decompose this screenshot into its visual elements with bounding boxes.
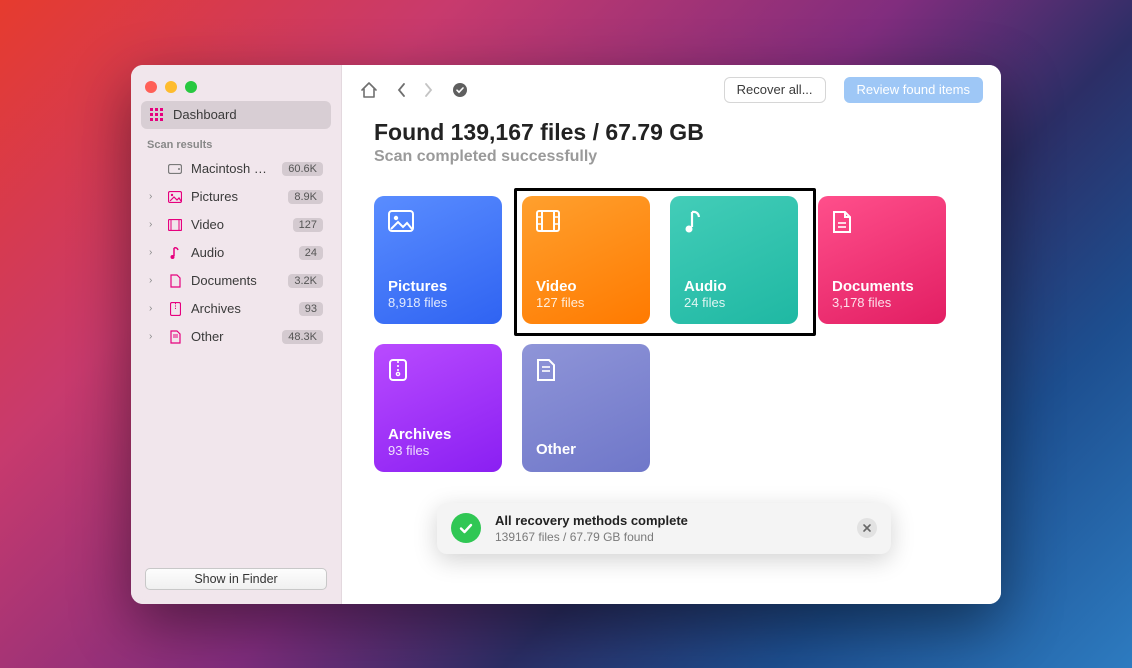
file-icon <box>167 330 183 344</box>
card-other[interactable]: Other <box>522 344 650 472</box>
sidebar-item-archives[interactable]: › Archives 93 <box>141 295 331 323</box>
home-icon[interactable] <box>360 81 378 99</box>
sidebar-item-label: Video <box>191 217 285 232</box>
document-icon <box>167 274 183 288</box>
music-note-icon <box>167 246 183 260</box>
picture-icon <box>388 210 488 232</box>
chevron-right-icon: › <box>149 219 159 230</box>
card-title: Audio <box>684 278 784 295</box>
sidebar-item-label: Documents <box>191 273 280 288</box>
film-icon <box>167 219 183 231</box>
sidebar-item-label: Audio <box>191 245 291 260</box>
picture-icon <box>167 191 183 203</box>
sidebar-item-video[interactable]: › Video 127 <box>141 211 331 239</box>
content: Found 139,167 files / 67.79 GB Scan comp… <box>342 115 1001 604</box>
count-badge: 60.6K <box>282 162 323 176</box>
sidebar-item-other[interactable]: › Other 48.3K <box>141 323 331 351</box>
file-icon <box>536 358 636 382</box>
card-audio[interactable]: Audio 24 files <box>670 196 798 324</box>
category-cards: Pictures 8,918 files Video 127 files <box>374 196 969 472</box>
toast-subtitle: 139167 files / 67.79 GB found <box>495 530 843 544</box>
sidebar-item-label: Macintosh HD -… <box>191 161 274 176</box>
review-found-items-button[interactable]: Review found items <box>844 77 983 103</box>
card-subtitle: 127 files <box>536 295 636 310</box>
checkmark-icon <box>451 513 481 543</box>
sidebar-item-dashboard[interactable]: Dashboard <box>141 101 331 129</box>
sidebar-item-disk[interactable]: Macintosh HD -… 60.6K <box>141 155 331 183</box>
chevron-right-icon: › <box>149 191 159 202</box>
disk-icon <box>167 164 183 174</box>
card-title: Video <box>536 278 636 295</box>
completion-toast: All recovery methods complete 139167 fil… <box>437 503 891 554</box>
nav-group <box>396 82 434 98</box>
chevron-right-icon: › <box>149 275 159 286</box>
sidebar-item-label: Other <box>191 329 274 344</box>
card-subtitle: 3,178 files <box>832 295 932 310</box>
count-badge: 24 <box>299 246 323 260</box>
card-archives[interactable]: Archives 93 files <box>374 344 502 472</box>
back-button[interactable] <box>396 82 408 98</box>
forward-button[interactable] <box>422 82 434 98</box>
minimize-window-button[interactable] <box>165 81 177 93</box>
show-in-finder-button[interactable]: Show in Finder <box>145 568 327 590</box>
chevron-right-icon: › <box>149 247 159 258</box>
archive-icon <box>388 358 488 382</box>
sidebar-item-label: Dashboard <box>173 107 323 122</box>
card-documents[interactable]: Documents 3,178 files <box>818 196 946 324</box>
count-badge: 48.3K <box>282 330 323 344</box>
chevron-right-icon: › <box>149 303 159 314</box>
summary-title: Found 139,167 files / 67.79 GB <box>374 119 969 146</box>
toast-title: All recovery methods complete <box>495 513 843 528</box>
scan-status-icon[interactable] <box>452 82 468 98</box>
card-subtitle: 24 files <box>684 295 784 310</box>
recover-all-button[interactable]: Recover all... <box>724 77 826 103</box>
card-pictures[interactable]: Pictures 8,918 files <box>374 196 502 324</box>
count-badge: 93 <box>299 302 323 316</box>
summary-subtitle: Scan completed successfully <box>374 148 969 166</box>
card-title: Archives <box>388 426 488 443</box>
count-badge: 3.2K <box>288 274 323 288</box>
film-icon <box>536 210 636 232</box>
main-panel: Recover all... Review found items Found … <box>342 65 1001 604</box>
card-title: Documents <box>832 278 932 295</box>
card-title: Other <box>536 441 636 458</box>
sidebar-item-label: Archives <box>191 301 291 316</box>
sidebar-section-header: Scan results <box>131 129 341 155</box>
sidebar-item-label: Pictures <box>191 189 280 204</box>
window-controls <box>131 65 341 101</box>
sidebar-item-audio[interactable]: › Audio 24 <box>141 239 331 267</box>
count-badge: 8.9K <box>288 190 323 204</box>
app-window: Dashboard Scan results Macintosh HD -… 6… <box>131 65 1001 604</box>
sidebar: Dashboard Scan results Macintosh HD -… 6… <box>131 65 342 604</box>
sidebar-item-documents[interactable]: › Documents 3.2K <box>141 267 331 295</box>
card-title: Pictures <box>388 278 488 295</box>
count-badge: 127 <box>293 218 323 232</box>
archive-icon <box>167 302 183 316</box>
toolbar: Recover all... Review found items <box>342 65 1001 115</box>
maximize-window-button[interactable] <box>185 81 197 93</box>
chevron-right-icon: › <box>149 331 159 342</box>
card-subtitle: 8,918 files <box>388 295 488 310</box>
music-note-icon <box>684 210 784 234</box>
close-window-button[interactable] <box>145 81 157 93</box>
card-subtitle: 93 files <box>388 443 488 458</box>
card-video[interactable]: Video 127 files <box>522 196 650 324</box>
document-icon <box>832 210 932 234</box>
sidebar-item-pictures[interactable]: › Pictures 8.9K <box>141 183 331 211</box>
toast-message: All recovery methods complete 139167 fil… <box>495 513 843 544</box>
grid-icon <box>149 108 165 122</box>
toast-close-button[interactable] <box>857 518 877 538</box>
